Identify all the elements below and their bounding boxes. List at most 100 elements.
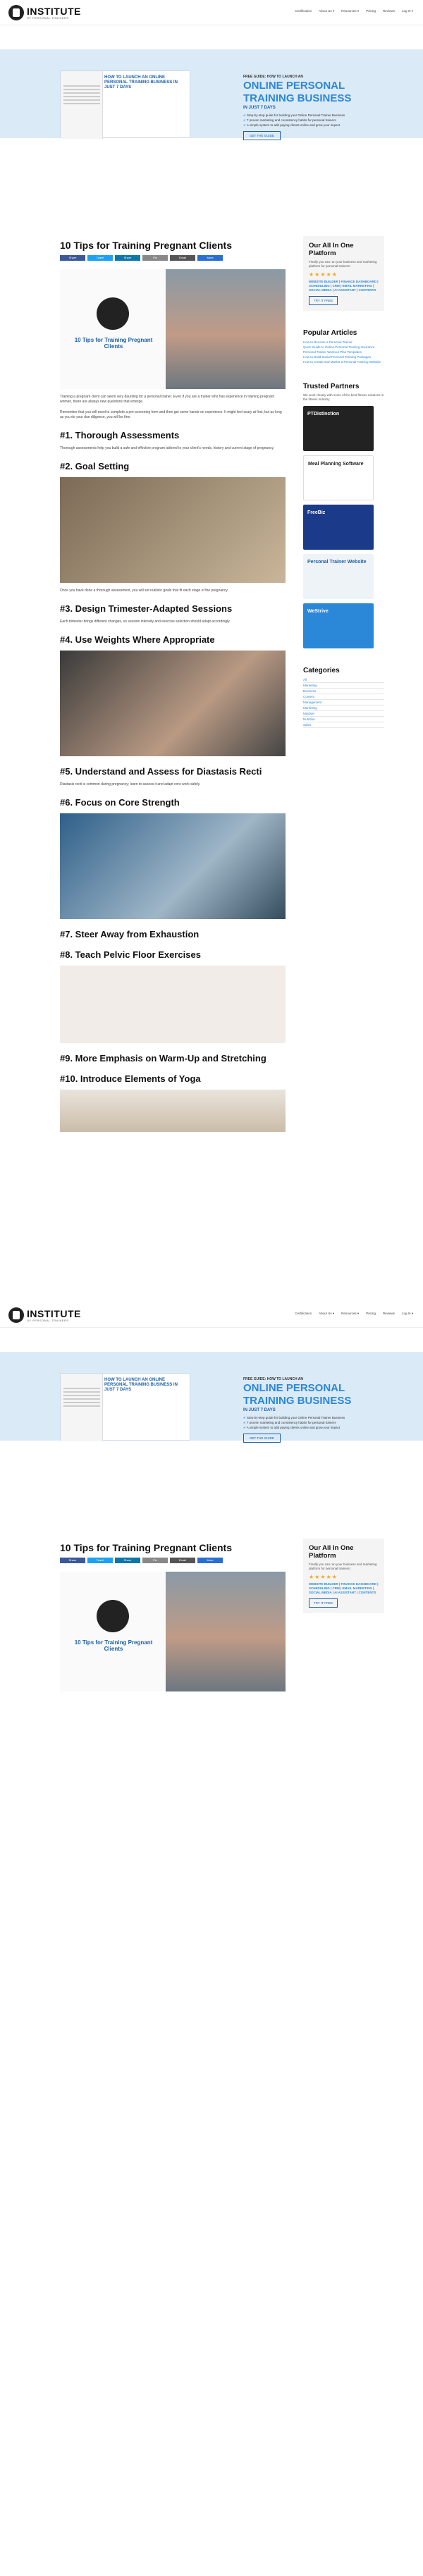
guide-cover-title: HOW TO LAUNCH AN ONLINE PERSONAL TRAININ… xyxy=(104,75,178,90)
nav-pricing[interactable]: Pricing xyxy=(366,9,376,13)
heading-6: #6. Focus on Core Strength xyxy=(60,797,180,808)
share-more-button[interactable]: More xyxy=(197,1558,223,1563)
article-title: 10 Tips for Training Pregnant Clients xyxy=(60,240,233,251)
heading-2: #2. Goal Setting xyxy=(60,461,130,472)
logo-text: INSTITUTE xyxy=(27,5,81,17)
feature-title: 10 Tips for Training Pregnant Clients xyxy=(74,337,153,350)
hero-bullet: 7 proven marketing and consistency habit… xyxy=(243,118,405,123)
category-link[interactable]: Marketing xyxy=(303,705,384,711)
share-linkedin-button[interactable]: Share xyxy=(115,255,140,261)
weights-image xyxy=(60,651,286,756)
heading-8: #8. Teach Pelvic Floor Exercises xyxy=(60,949,201,960)
share-email-button[interactable]: Email xyxy=(170,1558,195,1563)
share-bar: Share Tweet Share Pin Email More xyxy=(60,1558,286,1563)
share-twitter-button[interactable]: Tweet xyxy=(87,1558,113,1563)
popular-link[interactable]: Quick Guide to Online Personal Training … xyxy=(303,345,384,350)
partners-heading: Trusted Partners xyxy=(303,383,360,390)
hero-sub: IN JUST 7 DAYS xyxy=(243,1408,276,1412)
partner-card[interactable]: WeStrive xyxy=(303,603,374,648)
share-twitter-button[interactable]: Tweet xyxy=(87,255,113,261)
popular-link[interactable]: How to Become a Personal Trainer xyxy=(303,340,384,345)
paragraph: Diastasis recti is common during pregnan… xyxy=(60,782,201,787)
category-link[interactable]: Mindset xyxy=(303,711,384,717)
logo-icon xyxy=(8,5,24,20)
nav-resources[interactable]: Resources ▾ xyxy=(341,1312,359,1316)
heading-3: #3. Design Trimester-Adapted Sessions xyxy=(60,603,233,614)
share-more-button[interactable]: More xyxy=(197,255,223,261)
partner-card[interactable]: Meal Planning Software xyxy=(303,455,374,500)
platform-box: Our All In One Platform Finally you can … xyxy=(303,236,384,311)
partner-card[interactable]: PTDistinction xyxy=(303,406,374,451)
nav-certification[interactable]: Certification xyxy=(295,1312,312,1316)
nav-login[interactable]: Log In ▾ xyxy=(402,9,413,13)
nav-about[interactable]: About Us ▾ xyxy=(319,1312,334,1316)
nav-certification[interactable]: Certification xyxy=(295,9,312,13)
nav-about[interactable]: About Us ▾ xyxy=(319,9,334,13)
nav-pricing[interactable]: Pricing xyxy=(366,1312,376,1316)
popular-heading: Popular Articles xyxy=(303,329,357,337)
nav-resources[interactable]: Resources ▾ xyxy=(341,9,359,13)
badge-icon xyxy=(97,297,129,330)
try-free-button[interactable]: TRY IT FREE xyxy=(309,1598,338,1608)
category-link[interactable]: All xyxy=(303,677,384,683)
heading-5: #5. Understand and Assess for Diastasis … xyxy=(60,766,262,777)
hero-kicker: FREE GUIDE: HOW TO LAUNCH AN xyxy=(243,75,303,79)
hero-title-2: TRAINING BUSINESS xyxy=(243,92,352,104)
platform-title: Our All In One Platform xyxy=(309,242,354,257)
share-linkedin-button[interactable]: Share xyxy=(115,1558,140,1563)
category-link[interactable]: Management xyxy=(303,700,384,705)
feature-title: 10 Tips for Training Pregnant Clients xyxy=(74,1639,153,1652)
share-pinterest-button[interactable]: Pin xyxy=(142,1558,168,1563)
popular-link[interactable]: Personal Trainer Workout Plan Templates xyxy=(303,350,384,355)
share-facebook-button[interactable]: Share xyxy=(60,1558,85,1563)
sidebar: Our All In One Platform Finally you can … xyxy=(303,1539,384,1613)
share-pinterest-button[interactable]: Pin xyxy=(142,255,168,261)
category-link[interactable]: Content xyxy=(303,694,384,700)
share-facebook-button[interactable]: Share xyxy=(60,255,85,261)
try-free-button[interactable]: TRY IT FREE xyxy=(309,296,338,305)
site-logo[interactable]: INSTITUTE OF PERSONAL TRAINERS xyxy=(8,1307,81,1324)
heading-1: #1. Thorough Assessments xyxy=(60,430,180,440)
share-bar: Share Tweet Share Pin Email More xyxy=(60,255,286,261)
hero-bullet: Step-by-step guide for building your Onl… xyxy=(243,113,405,118)
star-rating-icon: ★★★★★ xyxy=(309,1574,338,1580)
nav-login[interactable]: Log In ▾ xyxy=(402,1312,413,1316)
intro-paragraph: Training a pregnant client can seem very… xyxy=(60,395,274,404)
platform-features: WEBSITE BUILDER | FINANCE DASHBOARD | SC… xyxy=(309,280,379,292)
popular-link[interactable]: How to Create and Market a Personal Trai… xyxy=(303,359,384,364)
paragraph: Once you have done a thorough assessment… xyxy=(60,588,228,593)
intro-paragraph-2: Remember that you will need to complete … xyxy=(60,410,282,419)
partners-desc: We work closely with some of the best fi… xyxy=(303,393,384,401)
popular-link[interactable]: How to Build Social Personal Training Pa… xyxy=(303,355,384,359)
site-header: INSTITUTE OF PERSONAL TRAINERS Certifica… xyxy=(0,0,423,25)
nav-reviews[interactable]: Reviews xyxy=(383,1312,395,1316)
heading-4: #4. Use Weights Where Appropriate xyxy=(60,634,215,645)
hero-bullet: A simple system to add paying clients on… xyxy=(243,1425,405,1430)
partner-card[interactable]: FreeBiz xyxy=(303,505,374,550)
logo-icon xyxy=(8,1307,24,1323)
category-link[interactable]: Nutrition xyxy=(303,717,384,722)
platform-desc: Finally you can run your business and ma… xyxy=(309,1563,377,1570)
share-email-button[interactable]: Email xyxy=(170,255,195,261)
nav-reviews[interactable]: Reviews xyxy=(383,9,395,13)
main-nav: Certification About Us ▾ Resources ▾ Pri… xyxy=(295,1312,413,1316)
heading-7: #7. Steer Away from Exhaustion xyxy=(60,929,200,939)
paragraph: Thorough assessments help you build a sa… xyxy=(60,446,274,450)
paragraph: Each trimester brings different changes,… xyxy=(60,620,231,624)
category-link[interactable]: Sales xyxy=(303,722,384,728)
platform-desc: Finally you can run your business and ma… xyxy=(309,260,377,268)
category-link[interactable]: Marketing xyxy=(303,683,384,689)
pelvis-image xyxy=(60,966,286,1043)
page-block: INSTITUTE OF PERSONAL TRAINERS Certifica… xyxy=(0,0,423,1228)
partner-card[interactable]: Personal Trainer Website xyxy=(303,554,374,599)
hero-text: FREE GUIDE: HOW TO LAUNCH AN ONLINE PERS… xyxy=(243,1377,405,1443)
badge-icon xyxy=(97,1600,129,1632)
site-logo[interactable]: INSTITUTE OF PERSONAL TRAINERS xyxy=(8,4,81,21)
sidebar: Our All In One Platform Finally you can … xyxy=(303,236,384,728)
hero-kicker: FREE GUIDE: HOW TO LAUNCH AN xyxy=(243,1377,303,1381)
category-link[interactable]: Business xyxy=(303,689,384,694)
hero-guide-button[interactable]: GET THE GUIDE xyxy=(243,1434,281,1443)
hero-guide-button[interactable]: GET THE GUIDE xyxy=(243,131,281,140)
hero-bullet: Step-by-step guide for building your Onl… xyxy=(243,1415,405,1420)
platform-box: Our All In One Platform Finally you can … xyxy=(303,1539,384,1613)
